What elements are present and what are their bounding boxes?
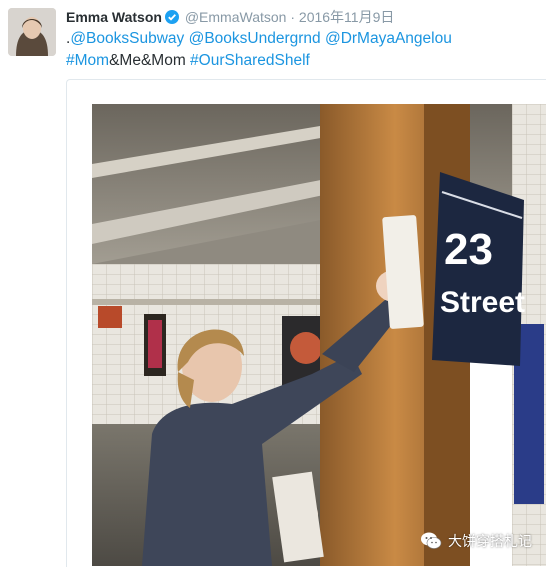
tweet-text-segment: &Me&Mom (109, 52, 186, 69)
tweet-text: .@BooksSubway @BooksUndergrnd @DrMayaAng… (66, 28, 536, 72)
tweet-date[interactable]: 2016年11月9日 (299, 9, 394, 25)
wechat-icon (420, 530, 442, 552)
sign-number: 23 (444, 225, 493, 274)
author-handle[interactable]: @EmmaWatson (185, 9, 287, 25)
mention-link[interactable]: @DrMayaAngelou (325, 30, 452, 47)
sign-street: Street (440, 286, 525, 319)
author-avatar[interactable] (8, 8, 56, 56)
watermark: 大饼穿搭札记 (420, 530, 532, 552)
tweet-header: Emma Watson @EmmaWatson · 2016年11月9日 (66, 7, 394, 27)
tweet-text-line-2: #Mom&Me&Mom #OurSharedShelf (66, 50, 536, 72)
verified-badge-icon (164, 10, 179, 24)
tweet-text-line-1: .@BooksSubway @BooksUndergrnd @DrMayaAng… (66, 28, 536, 50)
mention-link[interactable]: @BooksSubway (70, 30, 184, 47)
mention-link[interactable]: @BooksUndergrnd (189, 30, 321, 47)
hashtag-link[interactable]: #Mom (66, 52, 109, 69)
meta-separator: · (290, 9, 296, 25)
author-name[interactable]: Emma Watson (66, 9, 162, 25)
watermark-text: 大饼穿搭札记 (448, 533, 532, 549)
station-sign: 23 Street (432, 172, 525, 366)
hashtag-link[interactable]: #OurSharedShelf (190, 52, 310, 69)
tweet-photo[interactable]: 23 Street 大饼穿搭札记 (92, 104, 546, 566)
